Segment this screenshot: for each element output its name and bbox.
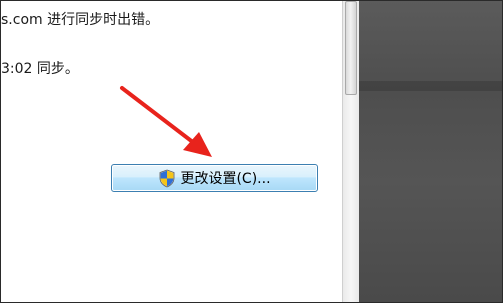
background-divider (359, 81, 502, 91)
background-window-area (359, 1, 502, 302)
dialog-content: s.com 进行同步时出错。 3:02 同步。 更改设置(C)... (1, 1, 342, 302)
scrollbar-thumb[interactable] (345, 1, 357, 95)
change-settings-button[interactable]: 更改设置(C)... (111, 164, 318, 192)
screenshot-frame: s.com 进行同步时出错。 3:02 同步。 更改设置(C)... (0, 0, 503, 303)
last-sync-time: 3:02 同步。 (1, 61, 79, 77)
uac-shield-icon (160, 169, 175, 187)
change-settings-label: 更改设置(C)... (180, 171, 271, 187)
vertical-scrollbar[interactable] (342, 1, 359, 302)
sync-error-message: s.com 进行同步时出错。 (1, 12, 160, 28)
